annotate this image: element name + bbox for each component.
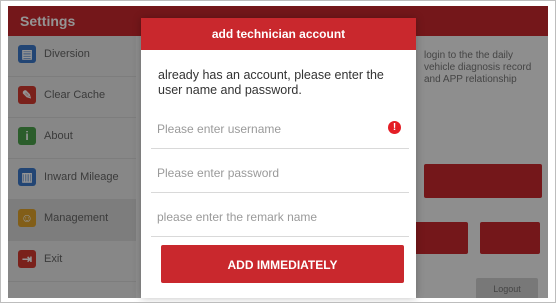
frame-border — [0, 0, 556, 303]
